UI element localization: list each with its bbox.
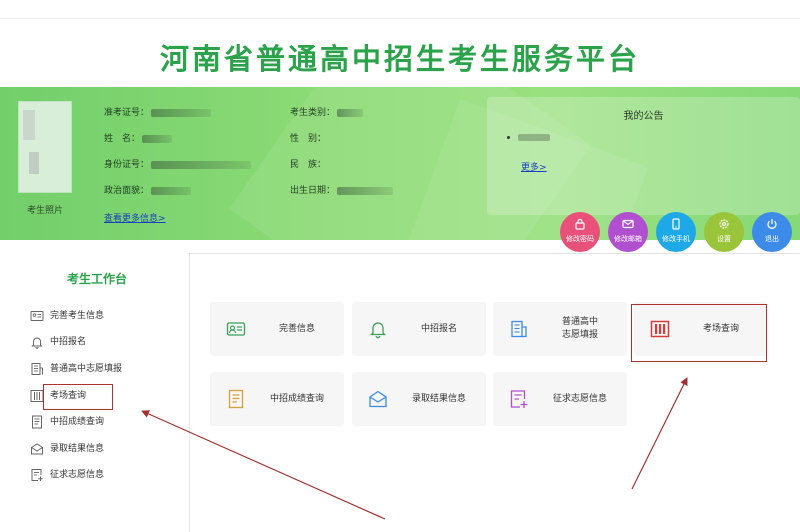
change-email-button[interactable]: 修改邮箱	[608, 212, 648, 252]
redacted-value	[142, 134, 173, 143]
card-admission[interactable]: 录取结果信息	[352, 372, 486, 426]
lock-icon	[560, 218, 600, 233]
building-icon	[30, 362, 46, 376]
info-category: 考生类别：	[290, 105, 364, 118]
settings-button[interactable]: 设置	[704, 212, 744, 252]
sidebar-item-label: 普通高中志愿填报	[50, 364, 123, 374]
arrow-to-sidebar-item	[141, 410, 386, 520]
power-icon	[752, 218, 792, 233]
page-header: 河南省普通高中招生考生服务平台	[0, 0, 800, 87]
card-solicit[interactable]: 征求志愿信息	[493, 372, 627, 426]
info-label: 准考证号：	[104, 108, 150, 118]
info-name: 姓 名：	[104, 131, 173, 144]
redacted-value	[337, 186, 394, 195]
redacted-value	[151, 108, 212, 117]
action-label: 退出	[765, 235, 779, 243]
bullet-icon	[507, 136, 510, 139]
bell-icon	[368, 319, 388, 339]
card-label: 普通高中 志愿填报	[561, 317, 598, 340]
card-highlight-box	[631, 304, 767, 362]
action-label: 修改密码	[566, 235, 594, 243]
info-id-number: 身份证号：	[104, 157, 252, 170]
document-icon	[226, 389, 246, 409]
card-label: 录取结果信息	[411, 393, 466, 404]
photo-blur	[23, 110, 35, 140]
gear-icon	[704, 218, 744, 233]
photo-blur	[29, 152, 39, 174]
header-top-divider	[0, 18, 800, 19]
card-label: 完善信息	[278, 323, 315, 334]
sidebar-item-registration[interactable]: 中招报名	[30, 333, 86, 351]
change-password-button[interactable]: 修改密码	[560, 212, 600, 252]
sidebar-item-label: 征求志愿信息	[50, 470, 105, 480]
logout-button[interactable]: 退出	[752, 212, 792, 252]
sidebar-item-admission[interactable]: 录取结果信息	[30, 440, 104, 458]
card-score[interactable]: 中招成绩查询	[210, 372, 344, 426]
document-icon	[30, 415, 46, 429]
sidebar-highlight-box	[43, 384, 113, 410]
sidebar-item-label: 中招报名	[50, 337, 87, 347]
id-card-icon	[30, 309, 46, 323]
redacted-value	[151, 160, 252, 169]
action-label: 修改邮箱	[614, 235, 642, 243]
envelope-icon	[30, 442, 46, 456]
action-label: 设置	[717, 235, 731, 243]
sidebar-item-score[interactable]: 中招成绩查询	[30, 413, 104, 431]
redacted-value	[337, 108, 364, 117]
info-political: 政治面貌：	[104, 183, 192, 196]
content-top-divider	[189, 253, 800, 254]
info-exam-no: 准考证号：	[104, 105, 212, 118]
student-photo	[18, 101, 72, 193]
card-label: 中招报名	[420, 323, 457, 334]
sidebar-divider	[189, 253, 190, 532]
photo-label: 考生照片	[26, 206, 63, 216]
card-label: 中招成绩查询	[269, 393, 324, 404]
sidebar-item-solicit[interactable]: 征求志愿信息	[30, 466, 104, 484]
arrow-to-card	[631, 377, 688, 490]
redacted-value	[151, 186, 192, 195]
card-registration[interactable]: 中招报名	[352, 302, 486, 356]
id-card-icon	[226, 319, 246, 339]
info-label: 性 别：	[290, 134, 327, 144]
info-label: 姓 名：	[104, 134, 141, 144]
notice-more-link[interactable]: 更多>	[521, 160, 547, 173]
change-phone-button[interactable]: 修改手机	[656, 212, 696, 252]
card-volunteer[interactable]: 普通高中 志愿填报	[493, 302, 627, 356]
info-label: 考生类别：	[290, 108, 336, 118]
card-label: 征求志愿信息	[552, 393, 607, 404]
card-complete-info[interactable]: 完善信息	[210, 302, 344, 356]
info-label: 出生日期：	[290, 186, 336, 196]
info-label: 政治面貌：	[104, 186, 150, 196]
mail-icon	[608, 218, 648, 233]
info-label: 民 族：	[290, 160, 327, 170]
envelope-icon	[368, 389, 388, 409]
info-ethnicity: 民 族：	[290, 157, 326, 170]
view-more-info-link[interactable]: 查看更多信息>	[104, 211, 166, 224]
info-label: 身份证号：	[104, 160, 150, 170]
sidebar-item-label: 完善考生信息	[50, 311, 105, 321]
sidebar-item-complete-info[interactable]: 完善考生信息	[30, 307, 104, 325]
form-add-icon	[30, 468, 46, 482]
notice-item[interactable]	[507, 133, 550, 143]
site-title: 河南省普通高中招生考生服务平台	[159, 42, 640, 76]
info-gender: 性 别：	[290, 131, 326, 144]
redacted-value	[518, 134, 550, 141]
sidebar-item-volunteer[interactable]: 普通高中志愿填报	[30, 360, 122, 378]
info-birthdate: 出生日期：	[290, 183, 394, 196]
phone-icon	[656, 218, 696, 233]
bell-icon	[30, 335, 46, 349]
notice-title: 我的公告	[623, 111, 664, 122]
building-icon	[509, 319, 529, 339]
form-add-icon	[509, 389, 529, 409]
sidebar-title: 考生工作台	[66, 272, 127, 286]
sidebar-item-label: 中招成绩查询	[50, 417, 105, 427]
sidebar-item-label: 录取结果信息	[50, 444, 105, 454]
action-label: 修改手机	[662, 235, 690, 243]
